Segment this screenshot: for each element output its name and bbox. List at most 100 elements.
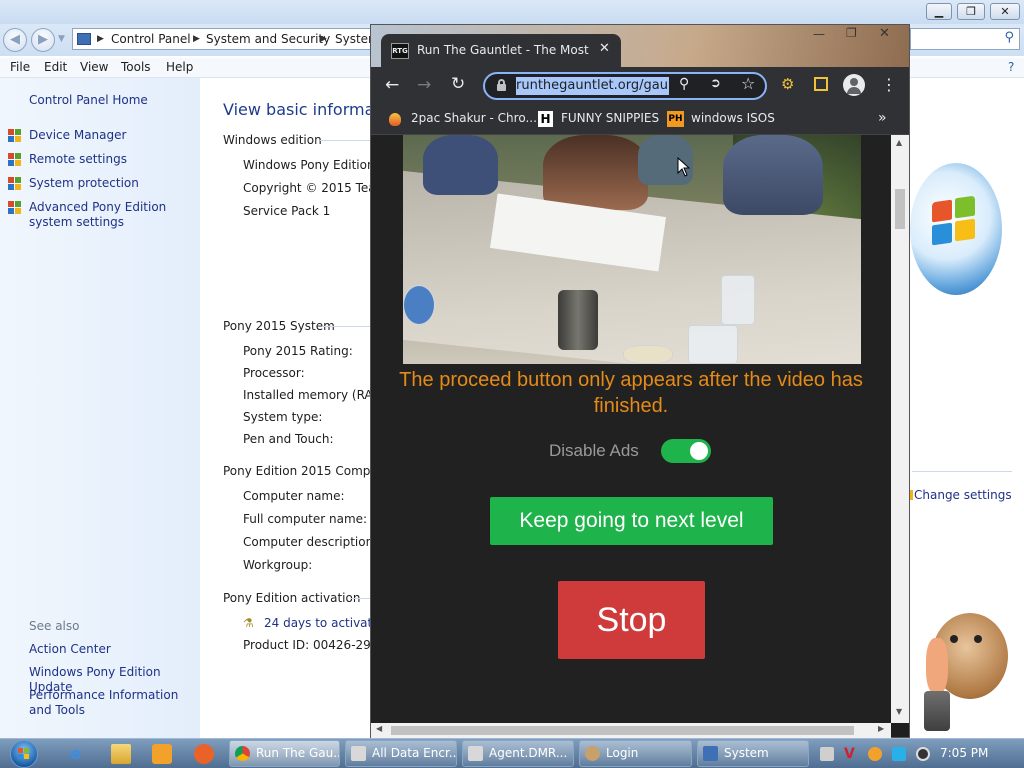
lock-icon xyxy=(497,79,506,91)
taskbar-app-label: All Data Encr... xyxy=(372,746,457,760)
menu-tools[interactable]: Tools xyxy=(121,60,151,74)
internet-explorer-icon[interactable]: e xyxy=(70,744,90,764)
menu-file[interactable]: File xyxy=(10,60,30,74)
change-settings-link[interactable]: Change settings xyxy=(914,488,1012,502)
antivirus-icon[interactable]: V xyxy=(844,747,858,761)
window-close-icon[interactable]: ✕ xyxy=(879,26,890,41)
hamster-mascot-image xyxy=(910,613,1010,738)
computer-description-label: Computer description: xyxy=(243,535,378,549)
omnibox[interactable]: runthegauntlet.org/gaun ⚲ ➲ ☆ xyxy=(483,72,767,100)
system-protection-link[interactable]: System protection xyxy=(29,176,139,191)
window-icon xyxy=(468,746,483,761)
window-minimize-icon[interactable]: — xyxy=(813,27,825,41)
video-cup xyxy=(721,275,755,325)
video-player[interactable] xyxy=(403,135,861,364)
control-panel-home-link[interactable]: Control Panel Home xyxy=(29,93,148,108)
forward-button[interactable]: ▶ xyxy=(31,28,55,52)
start-button[interactable] xyxy=(6,739,42,768)
network-icon[interactable] xyxy=(892,747,906,761)
action-center-link[interactable]: Action Center xyxy=(29,642,111,657)
vertical-scrollbar[interactable]: ▲ ▼ xyxy=(891,135,909,723)
breadcrumb-control-panel[interactable]: Control Panel xyxy=(111,29,191,49)
device-manager-link[interactable]: Device Manager xyxy=(29,128,126,143)
disable-ads-toggle[interactable] xyxy=(661,439,711,463)
tray-icon[interactable] xyxy=(820,747,834,761)
shield-icon xyxy=(8,201,22,215)
taskbar: e Run The Gau... All Data Encr... Agent.… xyxy=(0,738,1024,768)
address-box[interactable]: ▶ Control Panel ▶ System and Security ▶ … xyxy=(72,28,372,50)
scroll-up-icon[interactable]: ▲ xyxy=(896,138,902,147)
browser-toolbar: ← → ↻ runthegauntlet.org/gaun ⚲ ➲ ☆ ⚙ ⋮ xyxy=(371,67,909,105)
taskbar-app-login[interactable]: Login xyxy=(579,740,692,767)
window-restore-icon[interactable]: ❐ xyxy=(846,26,857,40)
left-task-pane: Control Panel Home Device Manager Remote… xyxy=(0,78,200,738)
bookmark-star-icon[interactable]: ☆ xyxy=(741,74,755,93)
computer-name-heading: Pony Edition 2015 Compute xyxy=(223,464,391,478)
video-person xyxy=(723,135,823,215)
breadcrumb-system[interactable]: System xyxy=(335,29,371,49)
taskbar-app-chrome[interactable]: Run The Gau... xyxy=(229,740,340,767)
scroll-right-icon[interactable]: ▶ xyxy=(878,724,884,733)
system-heading: Pony 2015 System xyxy=(223,319,335,333)
activation-link[interactable]: 24 days to activate. xyxy=(264,616,383,630)
keep-going-button[interactable]: Keep going to next level xyxy=(490,497,773,545)
profile-avatar-icon[interactable] xyxy=(843,74,865,96)
search-input[interactable]: ⚲ xyxy=(910,28,1020,50)
stop-button[interactable]: Stop xyxy=(558,581,705,659)
search-icon[interactable]: ⚲ xyxy=(679,76,689,92)
menu-help[interactable]: Help xyxy=(166,60,193,74)
rtg-favicon-icon: RTG xyxy=(391,43,409,59)
bookmark-windows-isos[interactable]: windows ISOS xyxy=(691,111,775,125)
bookmark-2pac[interactable]: 2pac Shakur - Chro... xyxy=(411,111,537,125)
back-button[interactable]: ◀ xyxy=(3,28,27,52)
clock[interactable]: 7:05 PM xyxy=(940,746,988,760)
side-panel-icon[interactable] xyxy=(814,77,828,91)
horizontal-scroll-thumb[interactable] xyxy=(391,726,854,735)
search-tray-icon[interactable] xyxy=(868,747,882,761)
help-icon[interactable]: ? xyxy=(1008,60,1014,74)
rating-label: Pony 2015 Rating: xyxy=(243,344,353,358)
processor-label: Processor: xyxy=(243,366,305,380)
taskbar-app-agent[interactable]: Agent.DMR... xyxy=(462,740,574,767)
menu-edit[interactable]: Edit xyxy=(44,60,67,74)
share-icon[interactable]: ➲ xyxy=(710,76,721,91)
close-tab-icon[interactable]: ✕ xyxy=(599,41,610,56)
scroll-thumb[interactable] xyxy=(895,189,905,229)
back-arrow-icon[interactable]: ← xyxy=(385,75,399,95)
chevron-right-icon: ▶ xyxy=(97,34,104,44)
shield-icon xyxy=(8,153,22,167)
full-computer-name-label: Full computer name: xyxy=(243,512,368,526)
minimize-button[interactable]: ▁ xyxy=(926,3,952,20)
remote-settings-link[interactable]: Remote settings xyxy=(29,152,127,167)
media-player-icon[interactable] xyxy=(152,744,172,764)
windows-edition-heading: Windows edition xyxy=(223,133,322,147)
performance-information-link[interactable]: Performance Information and Tools xyxy=(29,688,197,718)
file-explorer-icon[interactable] xyxy=(111,744,131,764)
shield-icon xyxy=(8,129,22,143)
video-bottle xyxy=(558,290,598,350)
forward-arrow-icon[interactable]: → xyxy=(417,75,431,95)
breadcrumb-system-and-security[interactable]: System and Security xyxy=(206,29,330,49)
advanced-system-settings-link[interactable]: Advanced Pony Edition system settings xyxy=(29,200,197,230)
menu-view[interactable]: View xyxy=(80,60,108,74)
bookmark-funny-snippies[interactable]: FUNNY SNIPPIES xyxy=(561,111,659,125)
taskbar-app-data-encr[interactable]: All Data Encr... xyxy=(345,740,457,767)
app-icon[interactable] xyxy=(194,744,214,764)
scroll-down-icon[interactable]: ▼ xyxy=(896,707,902,716)
scroll-left-icon[interactable]: ◀ xyxy=(376,724,382,733)
login-icon xyxy=(585,746,600,761)
extensions-icon[interactable]: ⚙ xyxy=(781,75,794,93)
maximize-button[interactable]: ❐ xyxy=(957,3,985,20)
history-dropdown-icon[interactable]: ▼ xyxy=(58,34,65,44)
url-text[interactable]: runthegauntlet.org/gaun xyxy=(516,77,669,95)
more-menu-icon[interactable]: ⋮ xyxy=(881,75,897,94)
horizontal-scrollbar[interactable]: ◀ ▶ xyxy=(371,723,891,738)
volume-icon[interactable] xyxy=(916,747,930,761)
close-button[interactable]: ✕ xyxy=(990,3,1020,20)
shield-icon xyxy=(8,177,22,191)
search-icon[interactable]: ⚲ xyxy=(1004,30,1014,45)
tab-run-the-gauntlet[interactable]: RTG Run The Gauntlet - The Most Di ✕ xyxy=(381,34,621,67)
reload-icon[interactable]: ↻ xyxy=(451,74,465,94)
taskbar-app-system[interactable]: System xyxy=(697,740,809,767)
bookmarks-overflow-icon[interactable]: » xyxy=(878,110,887,126)
